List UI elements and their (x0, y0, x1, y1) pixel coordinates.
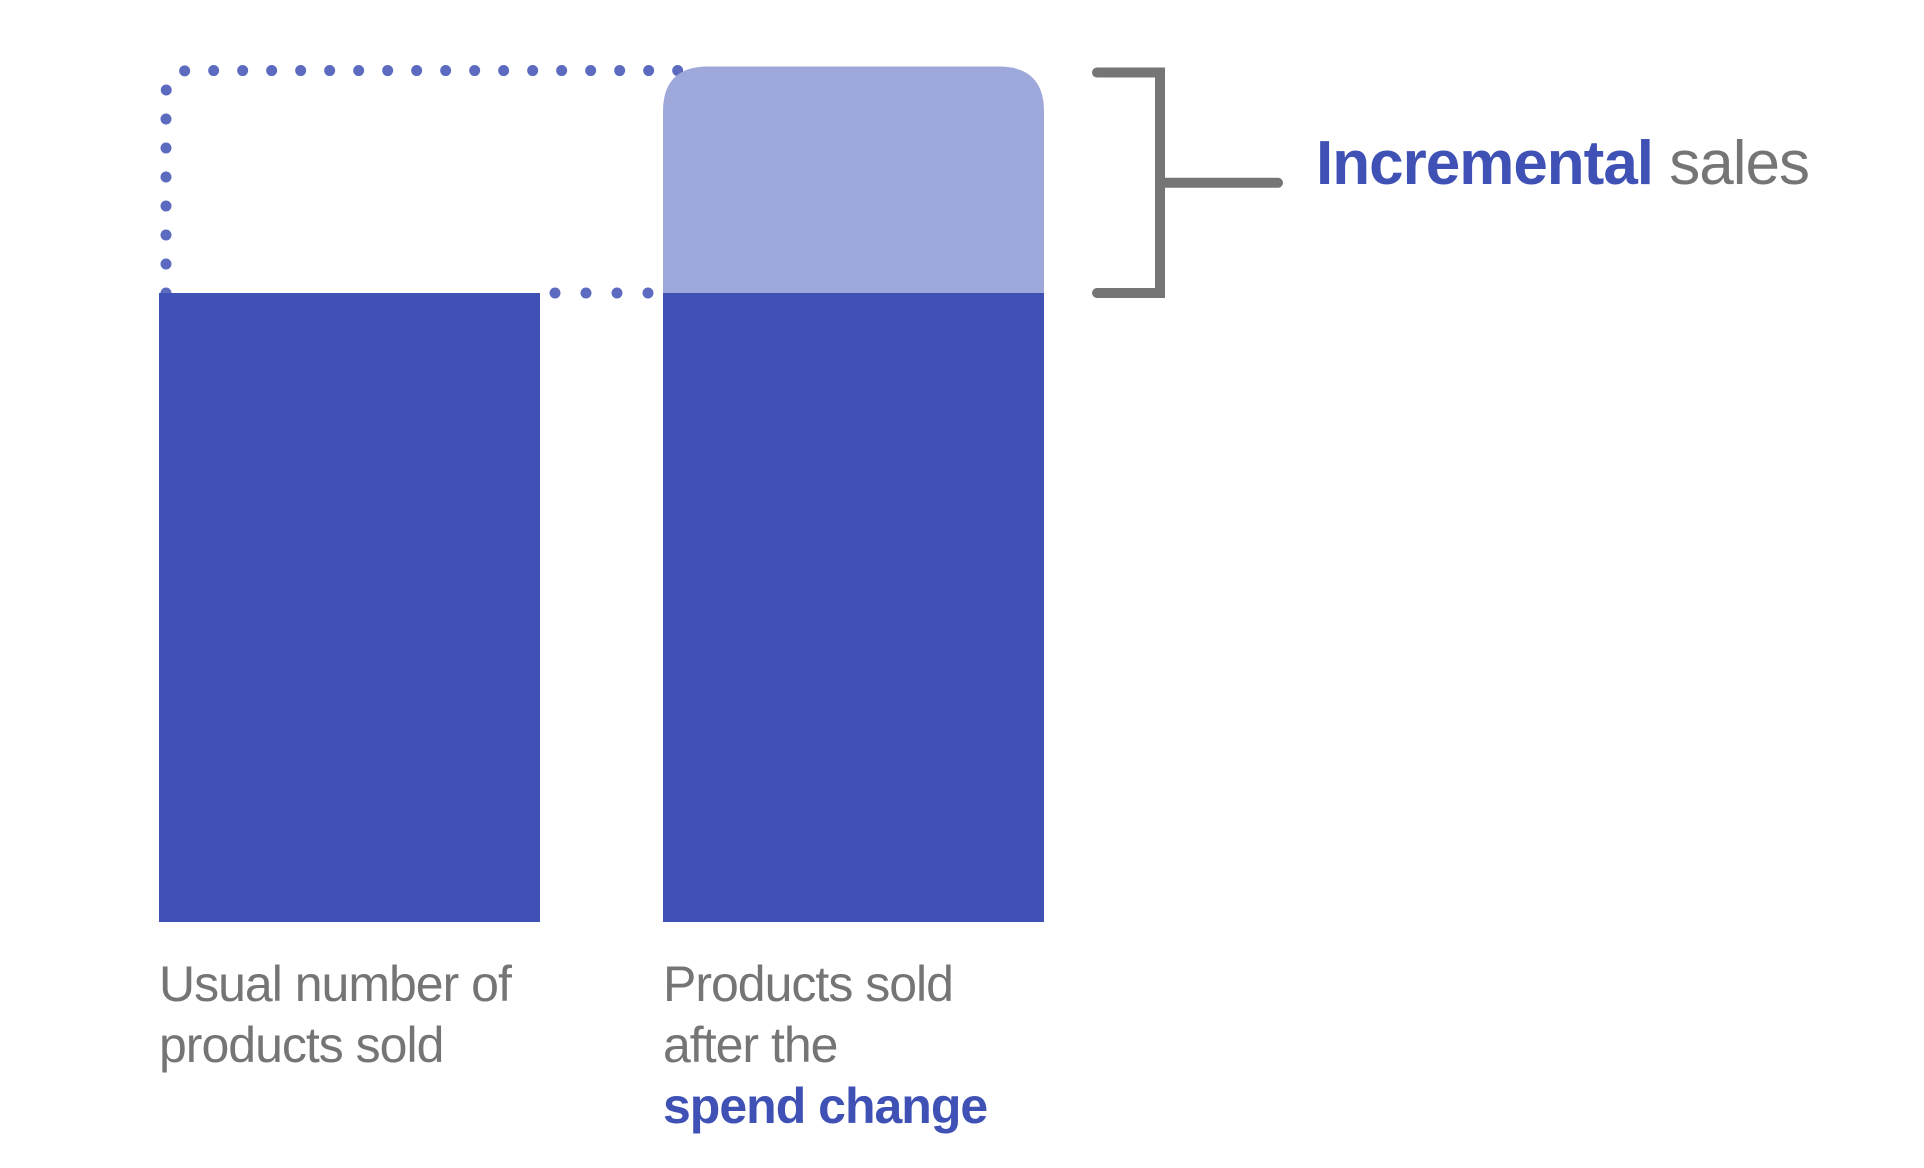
category-label-line: products sold (159, 1017, 444, 1073)
incremental-sales-annotation: Incremental sales (1316, 128, 1810, 199)
category-label-line: after the (663, 1017, 838, 1073)
category-label-line: Products sold (663, 956, 954, 1012)
bar-base (159, 293, 540, 922)
dotted-outline (160, 65, 696, 299)
incremental-segment (663, 66, 1044, 293)
category-label-usual: Usual number of products sold (159, 954, 512, 1076)
category-label-after: Products sold after the spend change (663, 954, 988, 1137)
annotation-rest: sales (1669, 129, 1810, 198)
bar-base (663, 293, 1044, 922)
category-label-line: Usual number of (159, 956, 512, 1012)
annotation-highlight: Incremental (1316, 129, 1654, 198)
category-label-highlight: spend change (663, 1078, 988, 1134)
bracket (1092, 67, 1165, 298)
